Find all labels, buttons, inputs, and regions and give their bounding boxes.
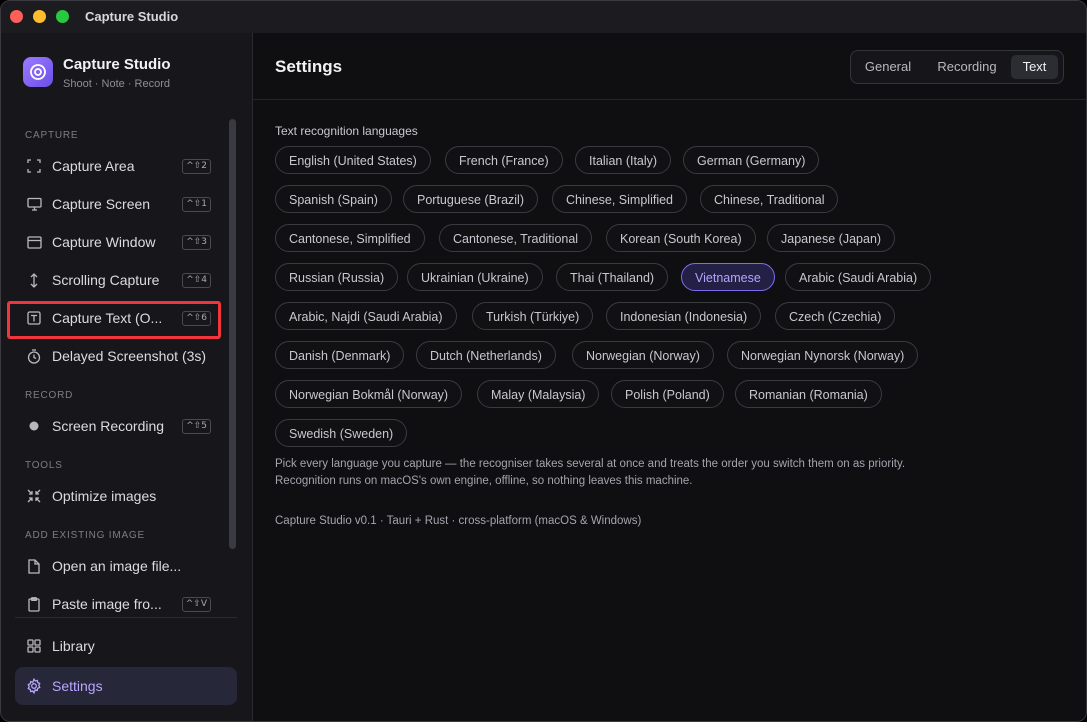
sidebar-item-delayed-screenshot[interactable]: Delayed Screenshot (3s) — [15, 338, 223, 374]
tab-recording[interactable]: Recording — [926, 55, 1008, 79]
language-chip[interactable]: Russian (Russia) — [275, 263, 399, 291]
language-chip[interactable]: German (Germany) — [683, 146, 820, 174]
record-dot-icon — [26, 418, 42, 434]
annotation-highlight-box — [7, 301, 221, 339]
page-title: Settings — [275, 57, 343, 76]
sidebar-item-label: Optimize images — [52, 488, 157, 504]
help-text-priority: Pick every language you capture — the re… — [275, 458, 906, 470]
window-icon — [26, 234, 42, 250]
sidebar-item-label: Settings — [52, 678, 103, 694]
sidebar-item-open-image[interactable]: Open an image file... — [15, 548, 223, 584]
window-title: Capture Studio — [85, 9, 179, 24]
language-chip[interactable]: Spanish (Spain) — [275, 185, 392, 213]
sidebar: Capture Studio Shoot · Note · Record CAP… — [1, 33, 253, 721]
sidebar-item-scrolling-capture[interactable]: Scrolling Capture ^⇧4 — [15, 262, 223, 298]
section-label-tools: TOOLS — [25, 460, 63, 471]
section-label-add-existing: ADD EXISTING IMAGE — [25, 530, 145, 541]
language-chip[interactable]: English (United States) — [275, 146, 431, 174]
scroll-icon — [26, 272, 42, 288]
sidebar-item-label: Capture Screen — [52, 196, 151, 212]
language-chip[interactable]: Norwegian (Norway) — [572, 341, 714, 369]
timer-icon — [26, 348, 42, 364]
sidebar-item-label: Capture Area — [52, 158, 135, 174]
sidebar-divider — [15, 617, 237, 618]
sidebar-item-library[interactable]: Library — [15, 627, 237, 665]
app-window: Capture Studio Capture Studio Shoot · No… — [0, 0, 1087, 722]
sidebar-item-label: Library — [52, 638, 95, 654]
sidebar-item-label: Paste image fro... — [52, 596, 162, 612]
sidebar-item-label: Scrolling Capture — [52, 272, 160, 288]
monitor-icon — [26, 196, 42, 212]
language-chip[interactable]: Romanian (Romania) — [735, 380, 882, 408]
language-chip-selected[interactable]: Vietnamese — [681, 263, 775, 291]
gear-icon — [26, 678, 42, 694]
area-icon — [26, 158, 42, 174]
sidebar-item-optimize-images[interactable]: Optimize images — [15, 478, 223, 514]
language-chip[interactable]: Czech (Czechia) — [775, 302, 896, 330]
language-chip[interactable]: French (France) — [445, 146, 563, 174]
language-chip[interactable]: Thai (Thailand) — [556, 263, 669, 291]
version-note: Capture Studio v0.1 · Tauri + Rust · cro… — [275, 515, 642, 527]
minimize-window-button[interactable] — [33, 10, 46, 23]
sidebar-item-settings[interactable]: Settings — [15, 667, 237, 705]
zoom-window-button[interactable] — [56, 10, 69, 23]
shortcut-badge: ^⇧5 — [182, 419, 211, 434]
settings-tab-bar: General Recording Text — [850, 50, 1064, 84]
main-header: Settings General Recording Text — [253, 33, 1086, 100]
sidebar-item-capture-screen[interactable]: Capture Screen ^⇧1 — [15, 186, 223, 222]
sidebar-item-label: Open an image file... — [52, 558, 182, 574]
language-chip[interactable]: Arabic (Saudi Arabia) — [785, 263, 932, 291]
language-chip[interactable]: Portuguese (Brazil) — [403, 185, 538, 213]
close-window-button[interactable] — [10, 10, 23, 23]
languages-heading: Text recognition languages — [275, 124, 418, 138]
language-chip[interactable]: Chinese, Traditional — [700, 185, 839, 213]
sidebar-item-label: Screen Recording — [52, 418, 165, 434]
sidebar-item-capture-area[interactable]: Capture Area ^⇧2 — [15, 148, 223, 184]
language-chip[interactable]: Japanese (Japan) — [767, 224, 896, 252]
language-chip[interactable]: Norwegian Bokmål (Norway) — [275, 380, 463, 408]
language-chip[interactable]: Arabic, Najdi (Saudi Arabia) — [275, 302, 457, 330]
language-chip[interactable]: Cantonese, Simplified — [275, 224, 425, 252]
main-content: Settings General Recording Text Text rec… — [253, 33, 1086, 721]
sidebar-item-capture-window[interactable]: Capture Window ^⇧3 — [15, 224, 223, 260]
sidebar-scrollbar[interactable] — [229, 119, 236, 549]
language-chip[interactable]: Chinese, Simplified — [552, 185, 687, 213]
language-chip[interactable]: Italian (Italy) — [575, 146, 672, 174]
section-label-record: RECORD — [25, 390, 74, 401]
clipboard-icon — [26, 596, 42, 612]
sidebar-item-screen-recording[interactable]: Screen Recording ^⇧5 — [15, 408, 223, 444]
language-chip[interactable]: Korean (South Korea) — [606, 224, 756, 252]
language-chip[interactable]: Swedish (Sweden) — [275, 419, 408, 447]
shortcut-badge: ^⇧1 — [182, 197, 211, 212]
shortcut-badge: ^⇧4 — [182, 273, 211, 288]
sidebar-item-label: Capture Window — [52, 234, 156, 250]
section-label-capture: CAPTURE — [25, 130, 79, 141]
shortcut-badge: ^⇧2 — [182, 159, 211, 174]
language-chip[interactable]: Norwegian Nynorsk (Norway) — [727, 341, 919, 369]
language-chip[interactable]: Ukrainian (Ukraine) — [407, 263, 543, 291]
tab-text[interactable]: Text — [1011, 55, 1058, 79]
language-chip[interactable]: Malay (Malaysia) — [477, 380, 600, 408]
language-chip[interactable]: Turkish (Türkiye) — [472, 302, 594, 330]
shortcut-badge: ^⇧3 — [182, 235, 211, 250]
file-icon — [26, 558, 42, 574]
language-chip[interactable]: Dutch (Netherlands) — [416, 341, 556, 369]
tab-general[interactable]: General — [856, 55, 920, 79]
language-chip[interactable]: Polish (Poland) — [611, 380, 724, 408]
language-chip[interactable]: Indonesian (Indonesia) — [606, 302, 762, 330]
sidebar-item-label: Delayed Screenshot (3s) — [52, 348, 207, 364]
title-bar: Capture Studio — [1, 1, 1086, 33]
compress-icon — [26, 488, 42, 504]
grid-icon — [26, 638, 42, 654]
language-chip[interactable]: Danish (Denmark) — [275, 341, 405, 369]
shortcut-badge: ^⇧V — [181, 597, 211, 612]
language-chip[interactable]: Cantonese, Traditional — [439, 224, 593, 252]
help-text-offline: Recognition runs on macOS's own engine, … — [275, 475, 693, 487]
